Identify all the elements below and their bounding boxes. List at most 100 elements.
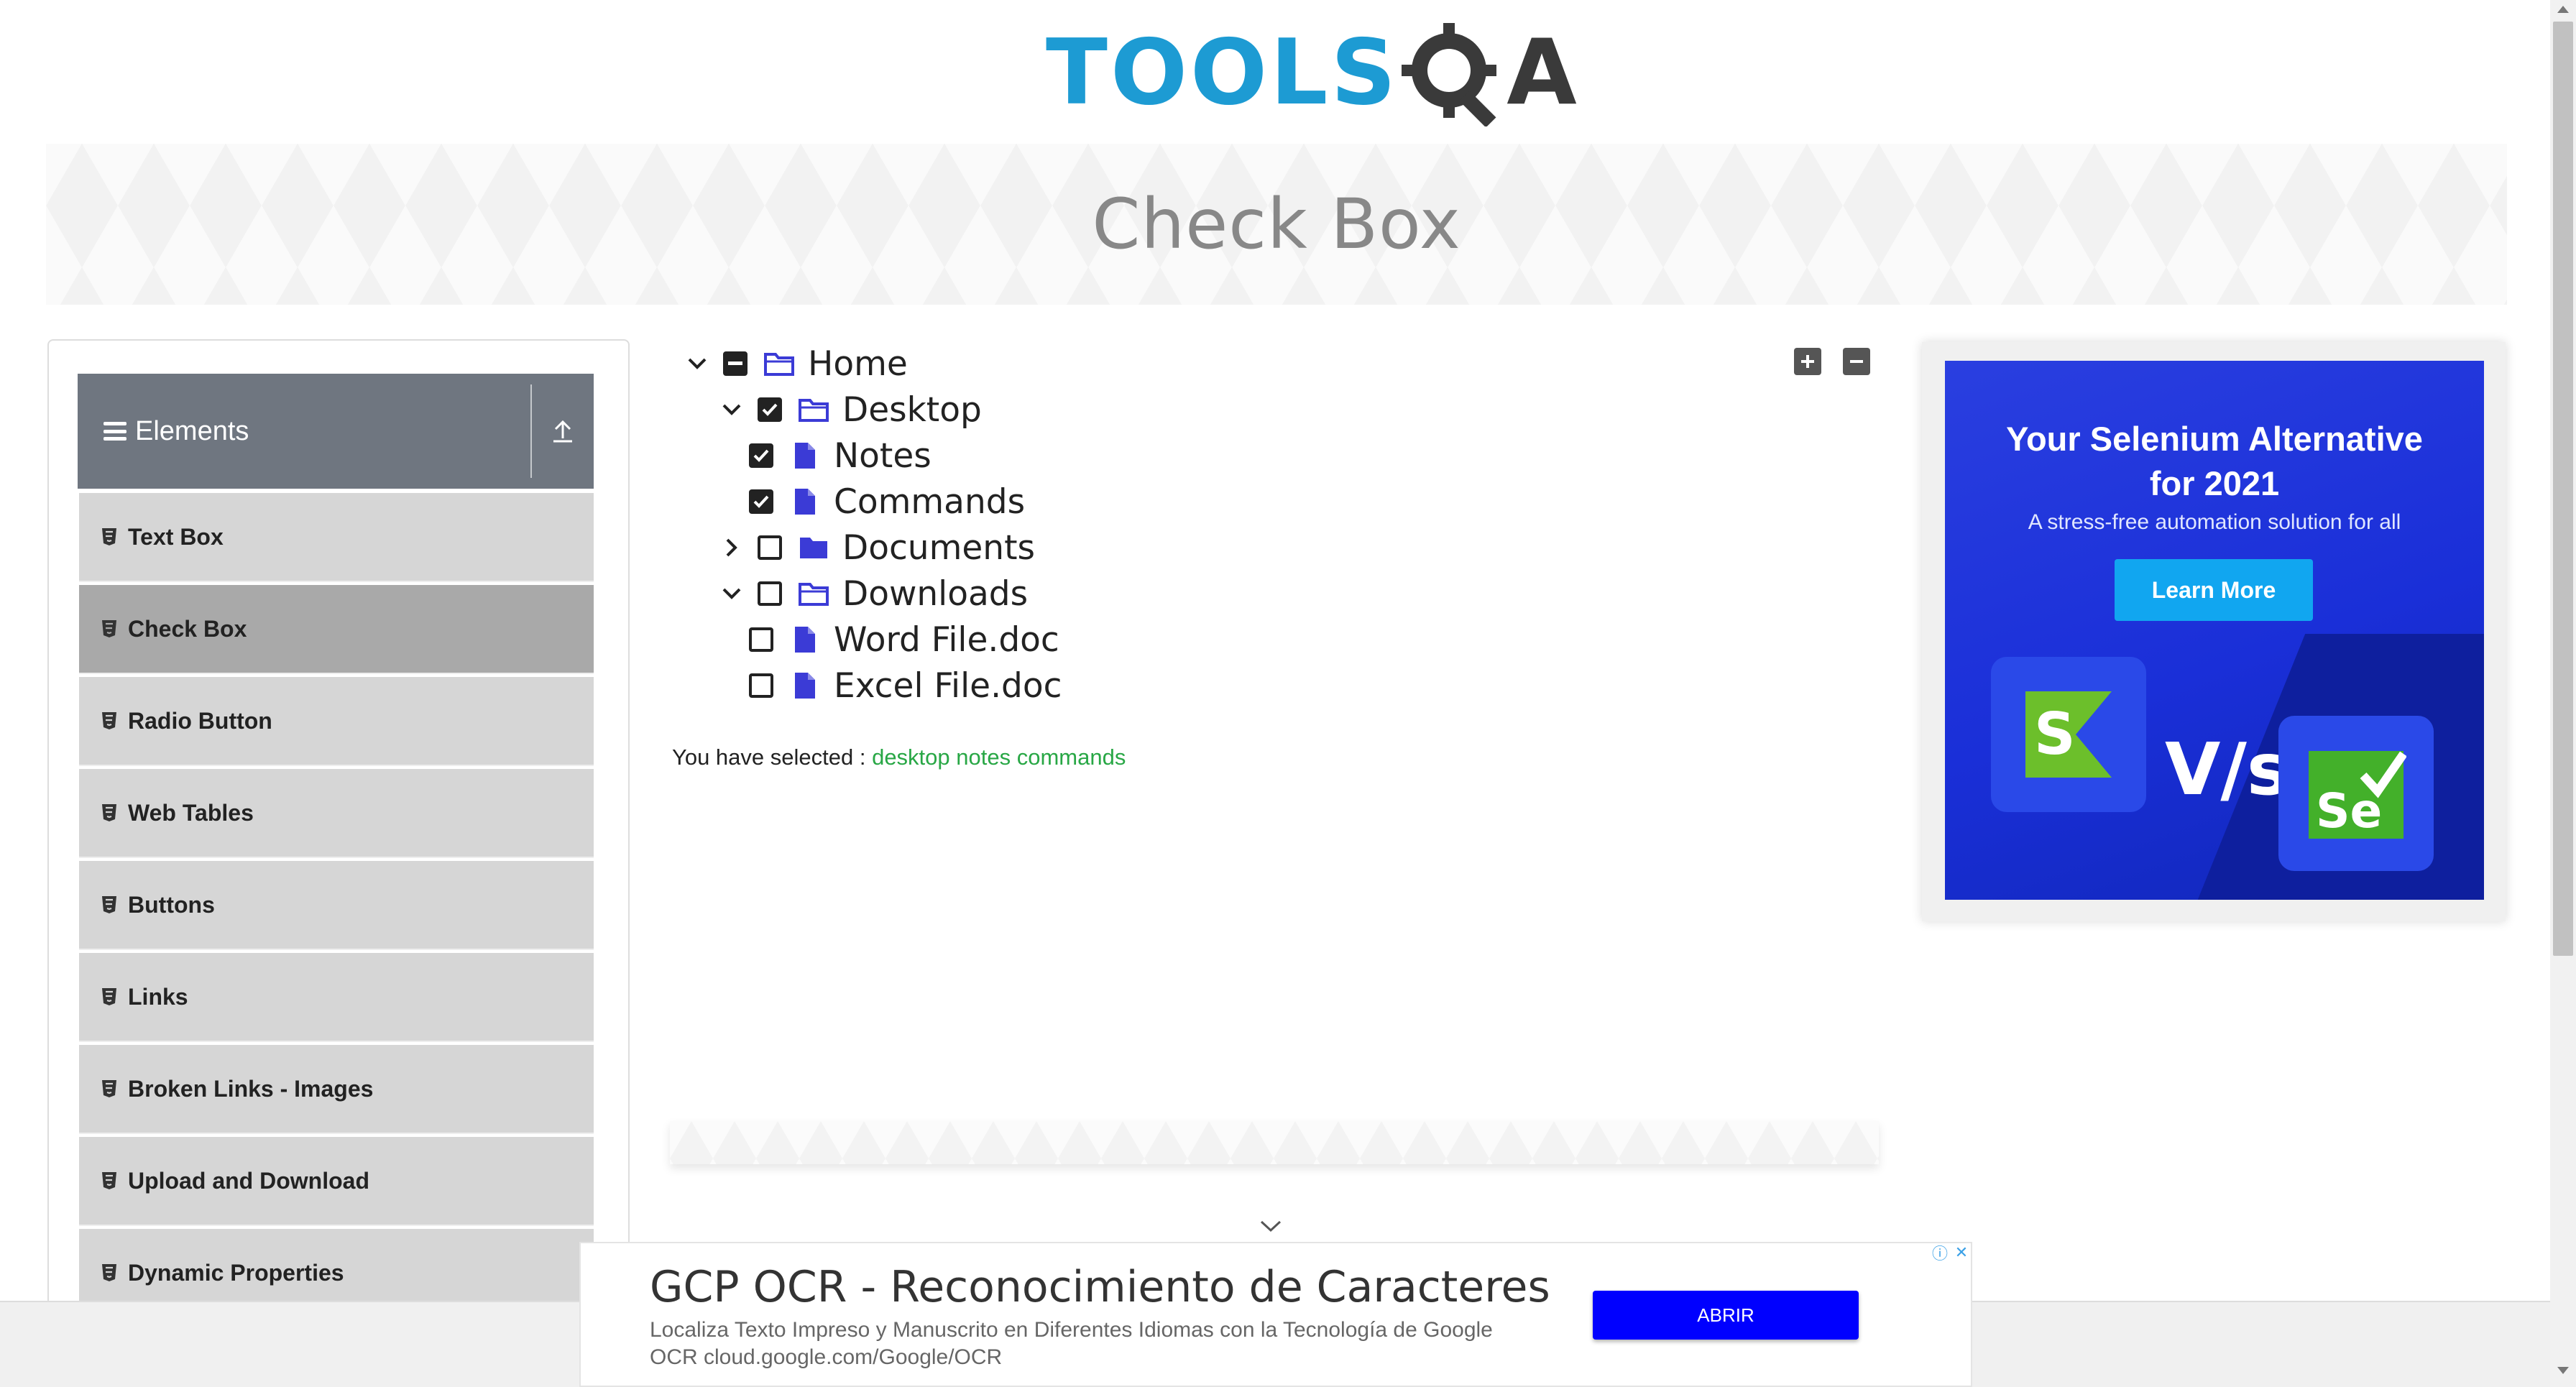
side-ad[interactable]: Your Selenium Alternative for 2021 A str… [1945, 361, 2484, 900]
bottom-ad-title[interactable]: GCP OCR - Reconocimiento de Caracteres [650, 1262, 1550, 1312]
file-icon [789, 487, 821, 516]
testsigma-logo-icon: S [2025, 691, 2112, 778]
ad-title: Your Selenium Alternative for 2021 [1945, 417, 2484, 506]
ad-info-icon[interactable]: ⓘ [1931, 1243, 1949, 1263]
tree-node-label[interactable]: Commands [834, 482, 1025, 522]
chevron-down-icon[interactable] [717, 395, 746, 424]
svg-text:S: S [2034, 701, 2076, 768]
folder-closed-icon [798, 533, 829, 562]
scrollbar-thumb[interactable] [2553, 22, 2573, 956]
chevron-right-icon[interactable] [717, 533, 746, 562]
content-divider-strip [670, 1121, 1879, 1164]
logo-a-text: A [1506, 19, 1577, 125]
sidebar-item-upload-download[interactable]: Upload and Download [79, 1137, 594, 1225]
chevron-down-icon[interactable] [683, 349, 712, 378]
chevron-down-icon[interactable] [1259, 1219, 1282, 1237]
sidebar-item-text-box[interactable]: Text Box [79, 493, 594, 581]
checkbox-word-file[interactable] [749, 627, 773, 652]
plus-square-icon [1801, 355, 1814, 368]
tree-node-label[interactable]: Excel File.doc [834, 666, 1062, 706]
tree-node-documents: Documents [717, 525, 1062, 571]
sidebar-item-check-box[interactable]: Check Box [79, 585, 594, 673]
tree-node-commands: Commands [737, 479, 1062, 525]
tree-node-label[interactable]: Downloads [842, 574, 1028, 614]
sidebar-item-label: Web Tables [128, 799, 254, 826]
tree-node-desktop: Desktop [717, 387, 1062, 433]
checkbox-home[interactable] [723, 351, 748, 376]
sidebar-item-radio-button[interactable]: Radio Button [79, 677, 594, 765]
ad-subtitle: A stress-free automation solution for al… [2028, 510, 2401, 534]
arrow-up-icon [553, 420, 572, 443]
html5-icon [102, 1264, 116, 1281]
tree-toolbar [1794, 348, 1870, 375]
ad-logo-left: S S [1991, 657, 2146, 812]
sidebar-item-buttons[interactable]: Buttons [79, 861, 594, 949]
group-header-elements[interactable]: Elements [78, 374, 594, 489]
scroll-down-arrow-icon[interactable] [2556, 1365, 2570, 1379]
group-title: Elements [135, 415, 249, 446]
tree-node-label[interactable]: Word File.doc [834, 620, 1059, 660]
scroll-up-arrow-icon[interactable] [2556, 4, 2570, 18]
checkbox-notes[interactable] [749, 443, 773, 468]
html5-icon [102, 1080, 116, 1097]
sidebar-item-label: Text Box [128, 523, 224, 550]
tree-node-label[interactable]: Desktop [842, 390, 982, 430]
logo-tools-text: TOOLS [1046, 19, 1399, 125]
tree-node-label[interactable]: Home [808, 344, 908, 384]
sidebar-item-web-tables[interactable]: Web Tables [79, 769, 594, 857]
bottom-ad-description: Localiza Texto Impreso y Manuscrito en D… [650, 1318, 1493, 1369]
selenium-logo-icon: Se [2309, 751, 2406, 839]
file-icon [789, 671, 821, 700]
sidebar-item-label: Upload and Download [128, 1167, 369, 1194]
page-title: Check Box [1092, 184, 1461, 264]
html5-icon [102, 620, 116, 637]
result-prefix: You have selected : [672, 745, 866, 770]
gear-magnifier-icon [1402, 23, 1497, 126]
tree-node-excel-file: Excel File.doc [737, 663, 1062, 709]
result-selected: desktop notes commands [872, 745, 1126, 770]
learn-more-button[interactable]: Learn More [2115, 559, 2313, 621]
toolsqa-logo[interactable]: TOOLS A [1046, 19, 1577, 126]
collapse-all-button[interactable] [1843, 348, 1870, 375]
sidebar-item-links[interactable]: Links [79, 953, 594, 1041]
tree-node-home: Home [683, 341, 1062, 387]
checkbox-excel-file[interactable] [749, 673, 773, 698]
sidebar-item-label: Dynamic Properties [128, 1259, 344, 1286]
abrir-button[interactable]: ABRIR [1593, 1291, 1859, 1340]
sidebar-item-label: Broken Links - Images [128, 1075, 374, 1102]
ad-title-line1: Your Selenium Alternative [2006, 420, 2423, 458]
html5-icon [102, 896, 116, 913]
chevron-down-icon[interactable] [717, 579, 746, 608]
html5-icon [102, 988, 116, 1005]
tree-node-label[interactable]: Notes [834, 436, 932, 476]
sidebar-item-label: Buttons [128, 891, 215, 918]
bottom-ad[interactable]: GCP OCR - Reconocimiento de Caracteres L… [579, 1242, 1972, 1387]
checkbox-desktop[interactable] [758, 397, 782, 422]
check-box-tree: Home Desktop Notes Commands Documents Do… [683, 341, 1062, 709]
sidebar-item-label: Radio Button [128, 707, 272, 734]
page-banner: Check Box [46, 144, 2507, 305]
expand-all-button[interactable] [1794, 348, 1821, 375]
file-icon [789, 625, 821, 654]
checkbox-commands[interactable] [749, 489, 773, 514]
file-icon [789, 441, 821, 470]
ad-title-line2: for 2021 [2149, 464, 2280, 502]
sidebar-item-broken-links[interactable]: Broken Links - Images [79, 1045, 594, 1133]
tree-node-notes: Notes [737, 433, 1062, 479]
html5-icon [102, 804, 116, 821]
html5-icon [102, 528, 116, 545]
ad-controls: ⓘ ✕ [1931, 1243, 1971, 1263]
checkbox-downloads[interactable] [758, 581, 782, 606]
collapse-group-button[interactable] [532, 374, 594, 489]
logo-qa-text: A [1399, 19, 1577, 126]
tree-node-word-file: Word File.doc [737, 617, 1062, 663]
versus-text: V/s [2165, 727, 2290, 811]
sidebar-item-label: Check Box [128, 615, 247, 642]
sidebar-item-label: Links [128, 983, 188, 1010]
folder-open-icon [763, 349, 795, 378]
tree-node-label[interactable]: Documents [842, 528, 1035, 568]
checkbox-documents[interactable] [758, 535, 782, 560]
hamburger-icon [104, 422, 126, 441]
ad-close-icon[interactable]: ✕ [1952, 1243, 1971, 1262]
folder-open-icon [798, 395, 829, 424]
